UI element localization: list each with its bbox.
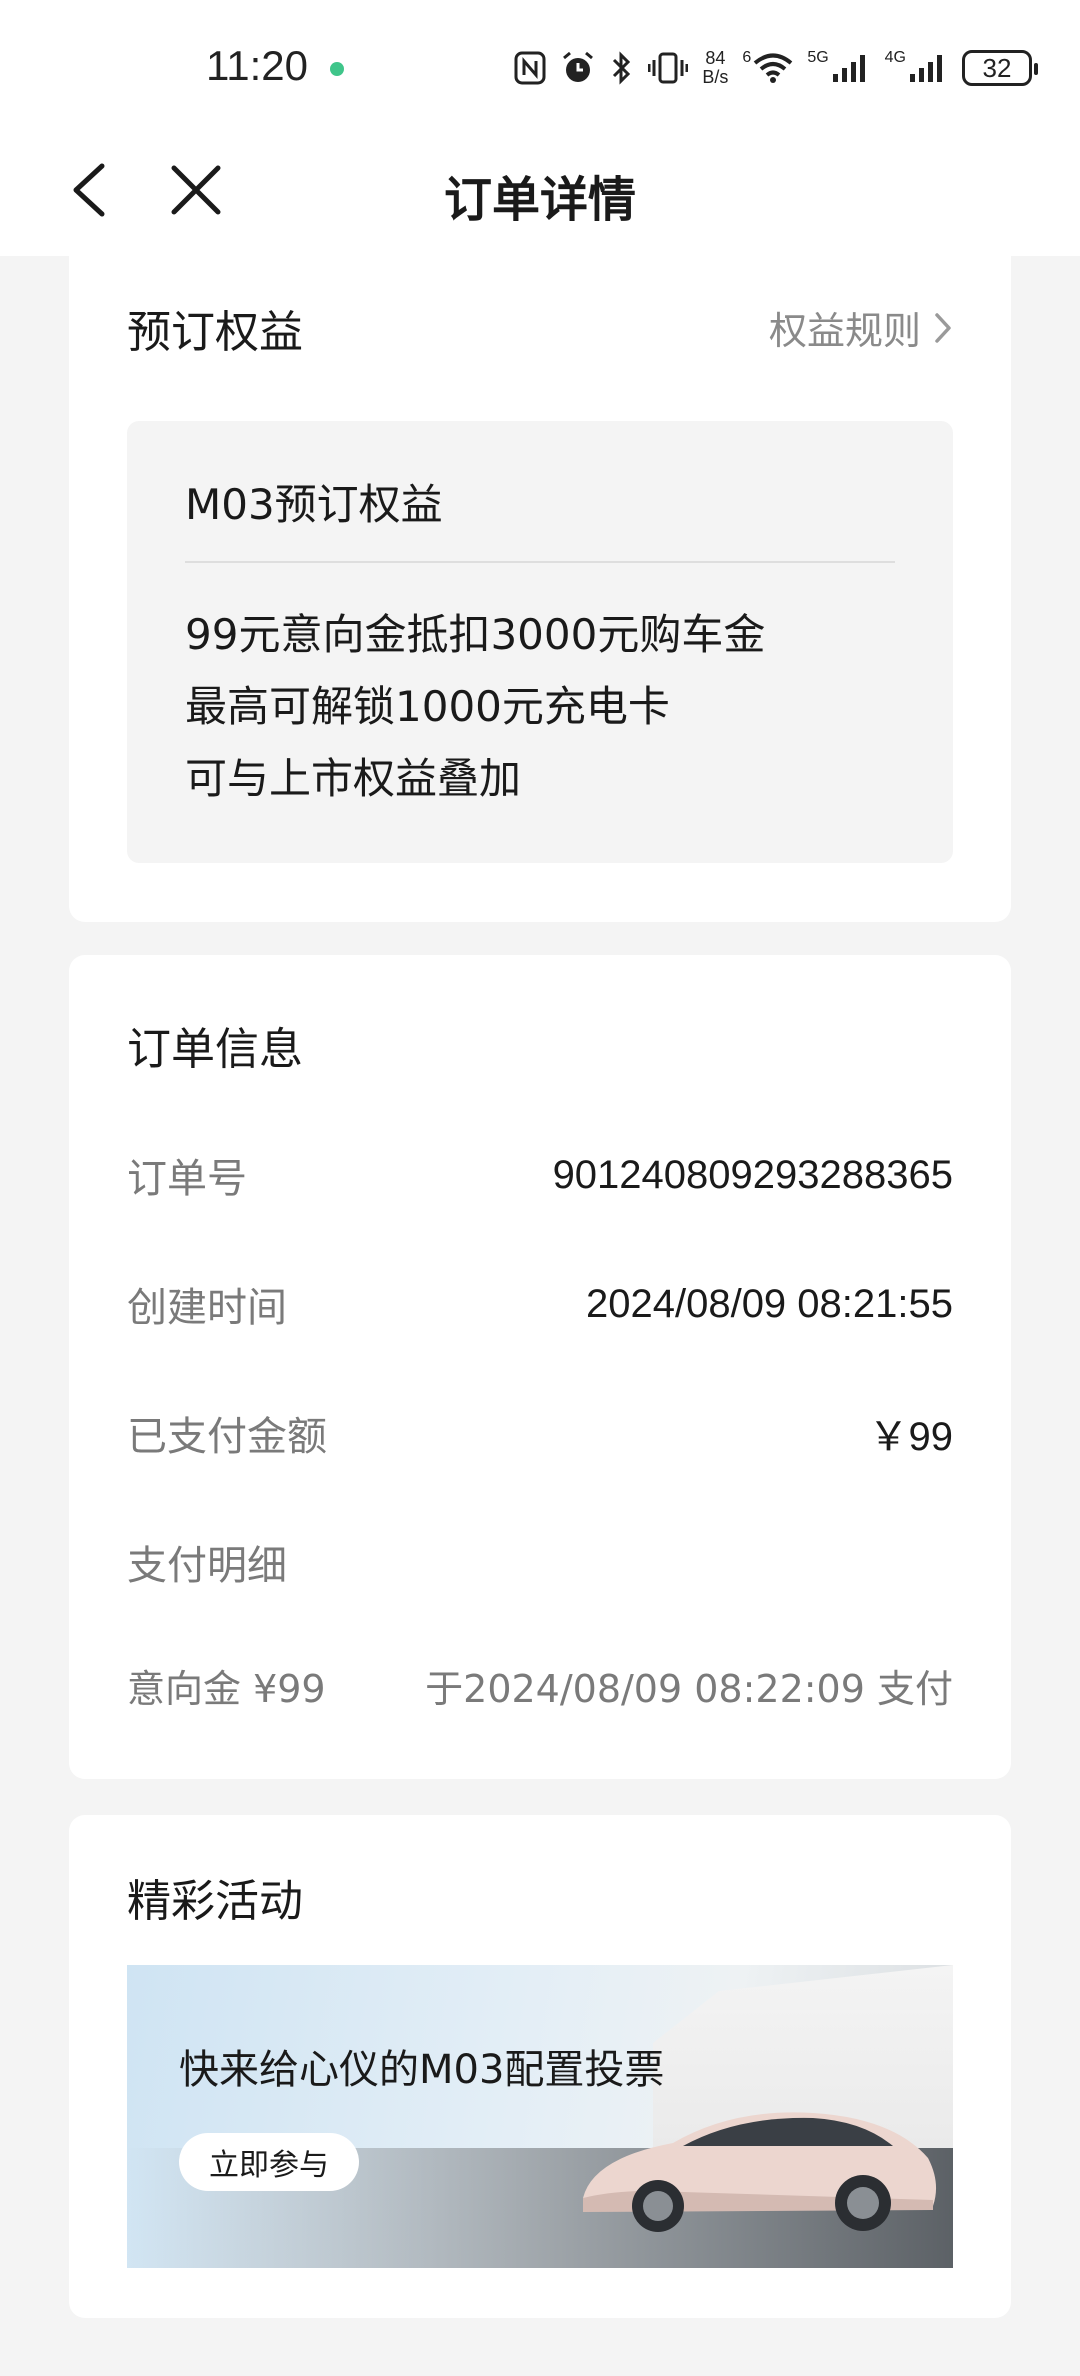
benefit-box: M03预订权益 99元意向金抵扣3000元购车金 最高可解锁1000元充电卡 可… <box>127 421 953 863</box>
benefit-rules-label: 权益规则 <box>768 309 921 353</box>
signal-4g-icon: 4G <box>884 49 948 84</box>
vibrate-icon <box>648 50 689 86</box>
paid-amount-value: ￥99 <box>868 1415 954 1459</box>
join-now-button[interactable]: 立即参与 <box>179 2133 359 2191</box>
payment-detail-label: 支付明细 <box>127 1543 287 1589</box>
nav-bar: 订单详情 <box>0 130 1080 256</box>
benefit-line: 可与上市权益叠加 <box>185 754 522 803</box>
car-image <box>583 2112 937 2232</box>
divider <box>185 561 895 563</box>
created-time-label: 创建时间 <box>127 1285 287 1331</box>
paid-amount-row: 已支付金额 ￥99 <box>127 1403 953 1463</box>
alarm-icon <box>560 50 596 86</box>
bluetooth-icon <box>610 50 634 86</box>
benefits-card: 预订权益 权益规则 M03预订权益 99元意向金抵扣3000元购车金 最高可解锁… <box>69 256 1011 922</box>
sim1-label: 5G <box>807 49 829 66</box>
benefit-lines: 99元意向金抵扣3000元购车金 最高可解锁1000元充电卡 可与上市权益叠加 <box>185 599 765 815</box>
activities-card: 精彩活动 快来给心仪的M03配置投票 立即参与 <box>69 1815 1011 2318</box>
benefit-box-title: M03预订权益 <box>185 480 443 529</box>
created-time-row: 创建时间 2024/08/09 08:21:55 <box>127 1274 953 1334</box>
order-info-card: 订单信息 订单号 901240809293288365 创建时间 2024/08… <box>69 955 1011 1779</box>
payment-detail-header: 支付明细 <box>127 1532 953 1592</box>
order-info-title: 订单信息 <box>127 1024 303 1075</box>
benefits-title: 预订权益 <box>127 307 303 358</box>
order-number-label: 订单号 <box>127 1156 247 1202</box>
order-number-value: 901240809293288365 <box>552 1152 953 1197</box>
status-icons: 84 B/s 6 5G 4G 32 <box>514 46 1038 90</box>
wifi-label: 6 <box>742 49 752 66</box>
status-time: 11:20 <box>206 42 308 89</box>
payment-detail-item: 意向金 ¥99 <box>127 1666 326 1711</box>
net-speed-value: 84 <box>705 48 726 68</box>
battery-icon: 32 <box>962 50 1038 86</box>
net-speed: 84 B/s <box>702 49 728 87</box>
net-speed-unit: B/s <box>702 67 729 87</box>
payment-detail-time: 于2024/08/09 08:22:09 支付 <box>425 1666 953 1711</box>
status-bar: 11:20 84 B/s 6 5G 4G 32 <box>0 0 1080 130</box>
benefit-line: 最高可解锁1000元充电卡 <box>185 682 670 731</box>
payment-detail-row: 意向金 ¥99 于2024/08/09 08:22:09 支付 <box>127 1655 953 1715</box>
created-time-value: 2024/08/09 08:21:55 <box>585 1281 953 1326</box>
wifi-icon: 6 <box>742 49 793 84</box>
benefit-line: 99元意向金抵扣3000元购车金 <box>185 610 766 659</box>
nfc-icon <box>514 51 546 85</box>
activities-title: 精彩活动 <box>127 1876 303 1927</box>
order-number-row: 订单号 901240809293288365 <box>127 1145 953 1205</box>
page-title: 订单详情 <box>443 172 636 228</box>
paid-amount-label: 已支付金额 <box>127 1414 327 1460</box>
benefit-rules-link[interactable]: 权益规则 <box>769 300 953 355</box>
activity-banner[interactable]: 快来给心仪的M03配置投票 立即参与 <box>127 1965 953 2268</box>
notification-dot-icon <box>330 62 344 76</box>
chevron-right-icon <box>935 312 951 343</box>
banner-text: 快来给心仪的M03配置投票 <box>179 2047 665 2093</box>
sim2-label: 4G <box>884 49 906 66</box>
signal-5g-icon: 5G <box>807 49 870 84</box>
